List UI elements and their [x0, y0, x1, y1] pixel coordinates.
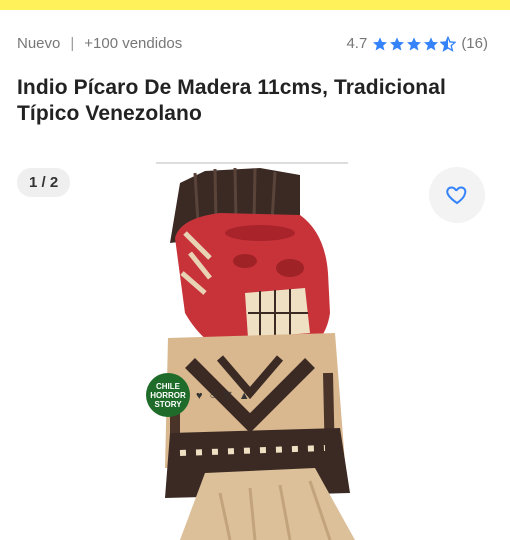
rating-value: 4.7	[346, 35, 368, 52]
watermark: CHILE HORROR STORY ♥ ○ ▽ ▲	[146, 373, 252, 417]
watermark-icons: ♥ ○ ▽ ▲	[196, 389, 252, 402]
star-full-icon	[373, 36, 388, 50]
watermark-line: HORROR	[150, 390, 186, 400]
condition-sold-info: Nuevo | +100 vendidos	[17, 35, 182, 52]
star-full-icon	[424, 36, 439, 50]
sold-count: +100 vendidos	[84, 35, 183, 52]
top-bar	[0, 0, 510, 10]
watermark-line: CHILE	[156, 381, 180, 391]
product-title: Indio Pícaro De Madera 11cms, Tradiciona…	[17, 76, 446, 125]
heart-icon	[446, 186, 467, 205]
favorite-button[interactable]	[429, 167, 485, 223]
separator: |	[70, 35, 75, 52]
condition-label: Nuevo	[17, 35, 61, 52]
star-full-icon	[407, 36, 422, 50]
image-counter: 1 / 2	[17, 168, 71, 197]
review-count: (16)	[461, 35, 488, 52]
watermark-line: STORY	[154, 399, 182, 409]
rating-summary[interactable]: 4.7 (16)	[346, 35, 488, 52]
stars	[372, 35, 457, 52]
watermark-logo: CHILE HORROR STORY	[146, 373, 190, 417]
star-full-icon	[390, 36, 405, 50]
star-half-icon	[440, 35, 457, 52]
product-image-wooden-figure[interactable]	[150, 163, 360, 540]
